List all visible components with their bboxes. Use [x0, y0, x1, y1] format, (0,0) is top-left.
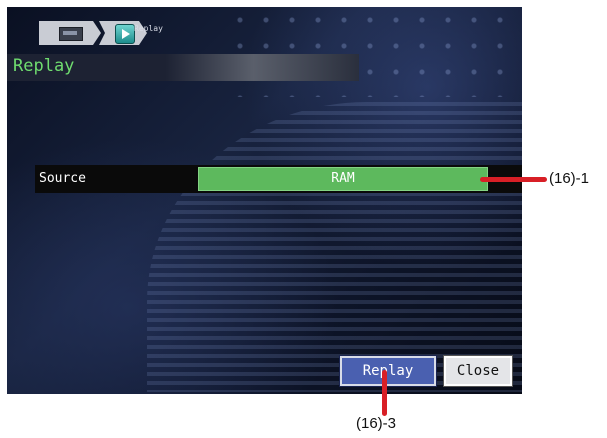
close-button[interactable]: Close: [443, 355, 513, 387]
callout-label-replay: (16)-3: [356, 415, 397, 432]
replay-button[interactable]: Replay: [339, 355, 437, 387]
source-select[interactable]: RAM: [198, 167, 488, 191]
breadcrumb-menu[interactable]: [39, 21, 101, 45]
replay-play-icon: [115, 24, 135, 44]
breadcrumb-replay-label: Replay: [134, 24, 163, 33]
title-bar: Replay: [7, 54, 359, 81]
background-stripes: [147, 102, 522, 392]
callout-label-source: (16)-1: [549, 170, 590, 187]
breadcrumb: Replay: [39, 21, 163, 45]
device-screen: Replay Replay Source RAM Replay Close: [7, 7, 522, 394]
callout-line-replay: [382, 370, 387, 416]
source-row: Source RAM: [35, 165, 522, 193]
background-dots: [227, 7, 522, 97]
menu-screen-icon: [59, 27, 83, 41]
page-title: Replay: [13, 56, 75, 76]
source-label: Source: [39, 171, 86, 186]
callout-line-source: [480, 177, 547, 182]
